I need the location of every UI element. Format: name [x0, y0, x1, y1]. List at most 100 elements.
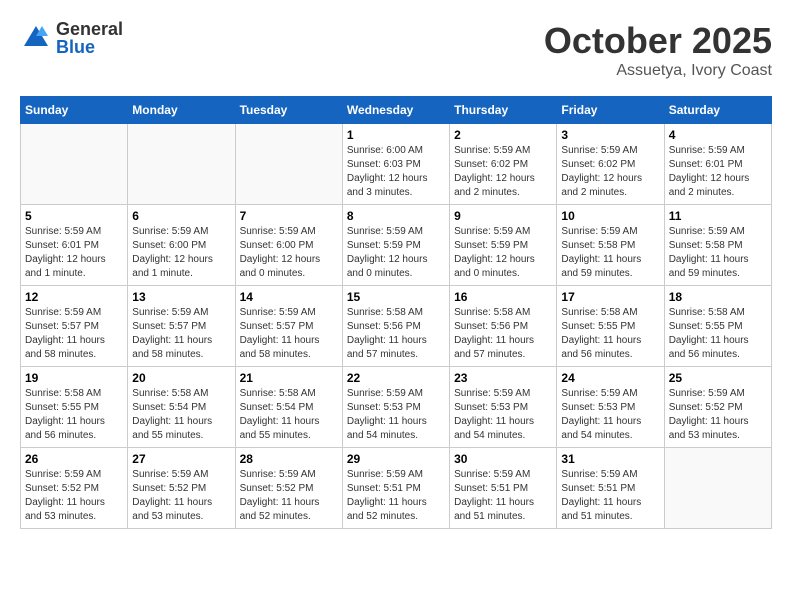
- day-number: 20: [132, 371, 230, 385]
- logo-blue: Blue: [56, 38, 123, 56]
- day-number: 11: [669, 209, 767, 223]
- calendar-day-cell: 18 Sunrise: 5:58 AM Sunset: 5:55 PM Dayli…: [664, 286, 771, 367]
- day-number: 28: [240, 452, 338, 466]
- day-number: 19: [25, 371, 123, 385]
- calendar-day-cell: [128, 124, 235, 205]
- day-info: Sunrise: 5:59 AM Sunset: 6:01 PM Dayligh…: [669, 144, 767, 200]
- day-info: Sunrise: 5:59 AM Sunset: 5:51 PM Dayligh…: [347, 468, 445, 524]
- calendar-day-cell: 15Sunrise: 5:58 AM Sunset: 5:56 PM Dayli…: [342, 286, 449, 367]
- location-subtitle: Assuetya, Ivory Coast: [544, 62, 772, 80]
- day-info: Sunrise: 5:59 AM Sunset: 6:02 PM Dayligh…: [454, 144, 552, 200]
- day-number: 16: [454, 290, 552, 304]
- calendar-day-cell: 28 Sunrise: 5:59 AM Sunset: 5:52 PM Dayli…: [235, 448, 342, 529]
- day-number: 18: [669, 290, 767, 304]
- day-number: 1: [347, 128, 445, 142]
- col-header-sunday: Sunday: [21, 97, 128, 124]
- calendar-header-row: SundayMondayTuesdayWednesdayThursdayFrid…: [21, 97, 772, 124]
- calendar-day-cell: 6Sunrise: 5:59 AM Sunset: 6:00 PM Daylig…: [128, 205, 235, 286]
- day-info: Sunrise: 5:59 AM Sunset: 5:52 PM Dayligh…: [669, 387, 767, 443]
- calendar-table: SundayMondayTuesdayWednesdayThursdayFrid…: [20, 96, 772, 529]
- day-number: 12: [25, 290, 123, 304]
- calendar-day-cell: [21, 124, 128, 205]
- calendar-day-cell: 21 Sunrise: 5:58 AM Sunset: 5:54 PM Dayli…: [235, 367, 342, 448]
- calendar-week-row: 5 Sunrise: 5:59 AM Sunset: 6:01 PM Daylig…: [21, 205, 772, 286]
- logo: General Blue: [20, 20, 123, 56]
- day-info: Sunrise: 5:58 AM Sunset: 5:56 PM Dayligh…: [454, 306, 552, 362]
- day-info: Sunrise: 6:00 AM Sunset: 6:03 PM Dayligh…: [347, 144, 445, 200]
- col-header-saturday: Saturday: [664, 97, 771, 124]
- day-info: Sunrise: 5:59 AM Sunset: 5:53 PM Dayligh…: [347, 387, 445, 443]
- calendar-day-cell: 12 Sunrise: 5:59 AM Sunset: 5:57 PM Dayli…: [21, 286, 128, 367]
- day-info: Sunrise: 5:59 AM Sunset: 5:58 PM Dayligh…: [669, 225, 767, 281]
- calendar-day-cell: 27Sunrise: 5:59 AM Sunset: 5:52 PM Dayli…: [128, 448, 235, 529]
- day-info: Sunrise: 5:58 AM Sunset: 5:54 PM Dayligh…: [240, 387, 338, 443]
- col-header-wednesday: Wednesday: [342, 97, 449, 124]
- calendar-day-cell: 3Sunrise: 5:59 AM Sunset: 6:02 PM Daylig…: [557, 124, 664, 205]
- day-number: 15: [347, 290, 445, 304]
- calendar-day-cell: 2 Sunrise: 5:59 AM Sunset: 6:02 PM Daylig…: [450, 124, 557, 205]
- calendar-day-cell: [235, 124, 342, 205]
- page-header: General Blue October 2025 Assuetya, Ivor…: [20, 20, 772, 80]
- day-number: 31: [561, 452, 659, 466]
- day-info: Sunrise: 5:59 AM Sunset: 5:52 PM Dayligh…: [240, 468, 338, 524]
- calendar-day-cell: 17Sunrise: 5:58 AM Sunset: 5:55 PM Dayli…: [557, 286, 664, 367]
- day-number: 22: [347, 371, 445, 385]
- day-info: Sunrise: 5:59 AM Sunset: 5:57 PM Dayligh…: [132, 306, 230, 362]
- calendar-day-cell: 29 Sunrise: 5:59 AM Sunset: 5:51 PM Dayli…: [342, 448, 449, 529]
- day-info: Sunrise: 5:59 AM Sunset: 5:57 PM Dayligh…: [25, 306, 123, 362]
- day-info: Sunrise: 5:59 AM Sunset: 6:02 PM Dayligh…: [561, 144, 659, 200]
- col-header-tuesday: Tuesday: [235, 97, 342, 124]
- calendar-day-cell: 8 Sunrise: 5:59 AM Sunset: 5:59 PM Daylig…: [342, 205, 449, 286]
- day-number: 13: [132, 290, 230, 304]
- day-number: 25: [669, 371, 767, 385]
- day-number: 23: [454, 371, 552, 385]
- logo-text: General Blue: [56, 20, 123, 56]
- calendar-day-cell: 14 Sunrise: 5:59 AM Sunset: 5:57 PM Dayli…: [235, 286, 342, 367]
- day-info: Sunrise: 5:59 AM Sunset: 5:57 PM Dayligh…: [240, 306, 338, 362]
- day-info: Sunrise: 5:59 AM Sunset: 5:53 PM Dayligh…: [454, 387, 552, 443]
- calendar-week-row: 19 Sunrise: 5:58 AM Sunset: 5:55 PM Dayli…: [21, 367, 772, 448]
- day-info: Sunrise: 5:59 AM Sunset: 5:53 PM Dayligh…: [561, 387, 659, 443]
- calendar-day-cell: 26Sunrise: 5:59 AM Sunset: 5:52 PM Dayli…: [21, 448, 128, 529]
- calendar-week-row: 26Sunrise: 5:59 AM Sunset: 5:52 PM Dayli…: [21, 448, 772, 529]
- day-info: Sunrise: 5:59 AM Sunset: 6:00 PM Dayligh…: [240, 225, 338, 281]
- logo-icon: [20, 22, 52, 54]
- day-info: Sunrise: 5:58 AM Sunset: 5:55 PM Dayligh…: [669, 306, 767, 362]
- day-info: Sunrise: 5:59 AM Sunset: 5:51 PM Dayligh…: [454, 468, 552, 524]
- day-number: 5: [25, 209, 123, 223]
- calendar-day-cell: 22 Sunrise: 5:59 AM Sunset: 5:53 PM Dayli…: [342, 367, 449, 448]
- calendar-week-row: 12 Sunrise: 5:59 AM Sunset: 5:57 PM Dayli…: [21, 286, 772, 367]
- calendar-day-cell: 5 Sunrise: 5:59 AM Sunset: 6:01 PM Daylig…: [21, 205, 128, 286]
- col-header-thursday: Thursday: [450, 97, 557, 124]
- calendar-day-cell: 23 Sunrise: 5:59 AM Sunset: 5:53 PM Dayli…: [450, 367, 557, 448]
- day-number: 8: [347, 209, 445, 223]
- calendar-day-cell: 11 Sunrise: 5:59 AM Sunset: 5:58 PM Dayli…: [664, 205, 771, 286]
- day-number: 29: [347, 452, 445, 466]
- month-title: October 2025: [544, 20, 772, 62]
- col-header-friday: Friday: [557, 97, 664, 124]
- day-info: Sunrise: 5:59 AM Sunset: 5:59 PM Dayligh…: [347, 225, 445, 281]
- calendar-day-cell: [664, 448, 771, 529]
- day-info: Sunrise: 5:59 AM Sunset: 5:59 PM Dayligh…: [454, 225, 552, 281]
- day-number: 21: [240, 371, 338, 385]
- calendar-day-cell: 4Sunrise: 5:59 AM Sunset: 6:01 PM Daylig…: [664, 124, 771, 205]
- day-info: Sunrise: 5:58 AM Sunset: 5:55 PM Dayligh…: [25, 387, 123, 443]
- calendar-week-row: 1 Sunrise: 6:00 AM Sunset: 6:03 PM Daylig…: [21, 124, 772, 205]
- day-info: Sunrise: 5:59 AM Sunset: 5:58 PM Dayligh…: [561, 225, 659, 281]
- calendar-day-cell: 20 Sunrise: 5:58 AM Sunset: 5:54 PM Dayli…: [128, 367, 235, 448]
- day-number: 24: [561, 371, 659, 385]
- day-number: 2: [454, 128, 552, 142]
- day-number: 30: [454, 452, 552, 466]
- day-info: Sunrise: 5:58 AM Sunset: 5:54 PM Dayligh…: [132, 387, 230, 443]
- calendar-day-cell: 16 Sunrise: 5:58 AM Sunset: 5:56 PM Dayli…: [450, 286, 557, 367]
- day-number: 14: [240, 290, 338, 304]
- col-header-monday: Monday: [128, 97, 235, 124]
- day-number: 7: [240, 209, 338, 223]
- day-number: 9: [454, 209, 552, 223]
- calendar-day-cell: 7 Sunrise: 5:59 AM Sunset: 6:00 PM Daylig…: [235, 205, 342, 286]
- calendar-day-cell: 31Sunrise: 5:59 AM Sunset: 5:51 PM Dayli…: [557, 448, 664, 529]
- day-info: Sunrise: 5:59 AM Sunset: 5:52 PM Dayligh…: [25, 468, 123, 524]
- calendar-day-cell: 24 Sunrise: 5:59 AM Sunset: 5:53 PM Dayli…: [557, 367, 664, 448]
- day-number: 17: [561, 290, 659, 304]
- day-info: Sunrise: 5:59 AM Sunset: 6:01 PM Dayligh…: [25, 225, 123, 281]
